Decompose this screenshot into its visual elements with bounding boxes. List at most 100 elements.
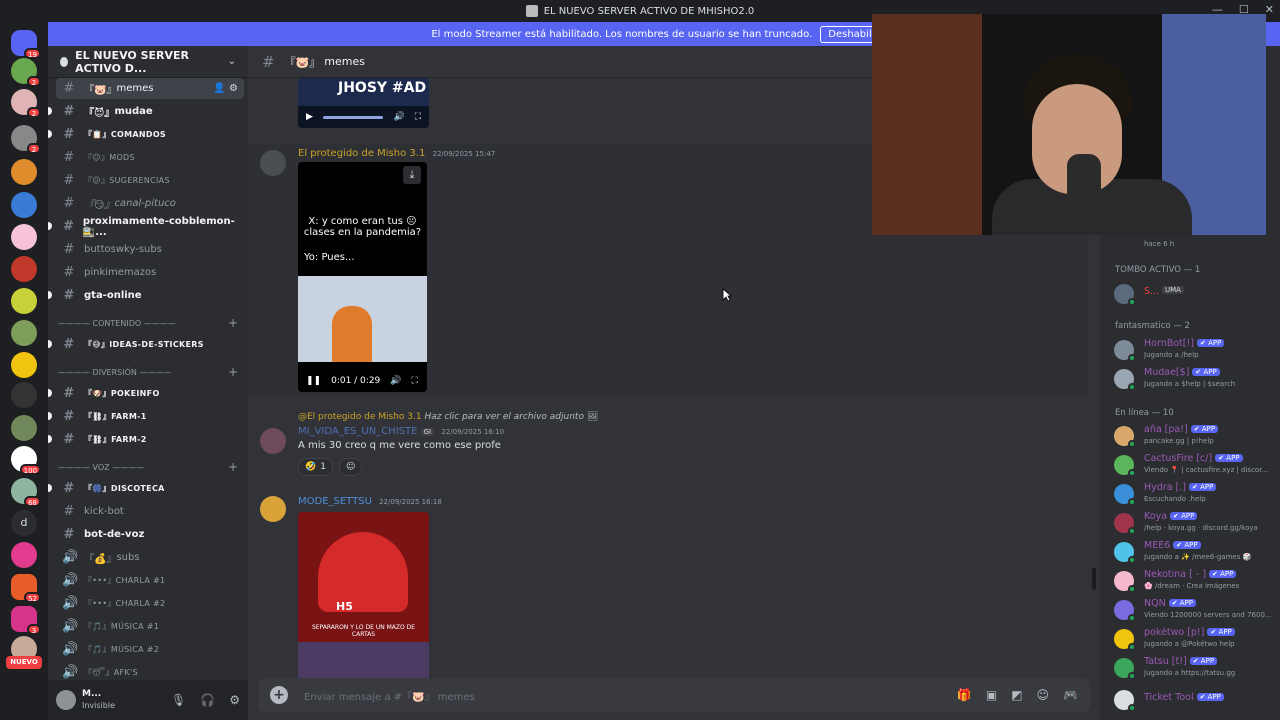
- gear-icon[interactable]: ⚙: [229, 83, 238, 94]
- sticker-icon[interactable]: ◩: [1011, 688, 1022, 702]
- channel-item-canal-pituco[interactable]: # 『😏』 canal-pituco: [56, 193, 244, 214]
- server-icon[interactable]: [11, 159, 37, 185]
- server-icon[interactable]: 100: [11, 446, 41, 475]
- member-item[interactable]: HornBot[!] ✔ APP Jugando a /help: [1114, 338, 1278, 366]
- voice-channel-subs[interactable]: 🔊 『💰』 subs: [56, 547, 244, 568]
- member-item[interactable]: NQN ✔ APP Viendo 1200000 servers and 7600…: [1114, 598, 1278, 626]
- channel-item-gta-online[interactable]: # gta-online: [48, 285, 244, 306]
- server-icon[interactable]: 3: [11, 606, 41, 635]
- add-channel-icon[interactable]: +: [228, 365, 238, 379]
- channel-item-farm-2[interactable]: # 『⛓』 farm-2: [48, 429, 244, 450]
- microphone-icon[interactable]: 🎙: [171, 693, 186, 707]
- channel-item-buttoswky-subs[interactable]: # buttoswky-subs: [56, 239, 244, 260]
- pause-icon[interactable]: ❚❚: [306, 376, 321, 386]
- add-reaction-icon[interactable]: ☺: [338, 458, 363, 476]
- scrollbar-thumb[interactable]: [1092, 568, 1096, 590]
- server-icon[interactable]: [11, 192, 37, 218]
- voice-channel-charla-1[interactable]: 🔊 『•••』 charla #1: [56, 570, 244, 591]
- server-icon[interactable]: 2: [11, 89, 41, 118]
- voice-channel-musica-1[interactable]: 🔊 『🎵』 música #1: [56, 616, 244, 637]
- voice-channel-musica-2[interactable]: 🔊 『🎵』 música #2: [56, 639, 244, 660]
- add-channel-icon[interactable]: +: [228, 460, 238, 474]
- add-attachment-icon[interactable]: +: [270, 686, 288, 704]
- member-item[interactable]: MEE6 ✔ APP Jugando a ✨ /mee6-games 🎲: [1114, 540, 1278, 568]
- avatar[interactable]: [56, 690, 76, 710]
- category-voz[interactable]: ———— VOZ ———— +: [58, 460, 244, 474]
- channel-item-bot-de-voz[interactable]: # bot-de-voz: [56, 524, 244, 545]
- channel-item-ideas-de-stickers[interactable]: # 『😅』 ideas-de-stickers: [48, 334, 244, 355]
- voice-channel-charla-2[interactable]: 🔊 『•••』 charla #2: [56, 593, 244, 614]
- message-author[interactable]: El protegido de Misho 3.1 22/09/2025 15:…: [298, 148, 495, 159]
- gif-icon[interactable]: ▣: [986, 688, 997, 702]
- server-icon[interactable]: [11, 320, 37, 346]
- new-badge[interactable]: NUEVO: [6, 656, 42, 669]
- member-item[interactable]: CactusFire [c/] ✔ APP Viendo 📍 | cactusfi…: [1114, 453, 1278, 481]
- channel-item-mudae[interactable]: # 『😈』 mudae: [48, 101, 244, 122]
- reply-preview[interactable]: @El protegido de Misho 3.1 Haz clic para…: [298, 412, 598, 422]
- dm-home-button[interactable]: 19: [11, 30, 41, 59]
- progress-bar[interactable]: [322, 115, 384, 119]
- message-composer[interactable]: + Enviar mensaje a #『🐷』 memes 🎁 ▣ ◩ ☺ 🎮: [258, 678, 1090, 712]
- add-channel-icon[interactable]: +: [228, 316, 238, 330]
- video-attachment[interactable]: ⤓ X: y como eran tus 😐 clases en la pand…: [298, 162, 427, 392]
- channel-item-memes[interactable]: # 『🐷』 memes 👤 ⚙: [56, 78, 244, 99]
- avatar[interactable]: [260, 150, 286, 176]
- server-icon[interactable]: 68: [11, 478, 41, 507]
- invite-icon[interactable]: 👤: [213, 83, 225, 94]
- channel-item-pokeinfo[interactable]: # 『🐶』 pokeinfo: [48, 383, 244, 404]
- member-item[interactable]: Nekotina [ - ] ✔ APP 🌸 /dream · Crea imág…: [1114, 569, 1278, 597]
- channel-item-farm-1[interactable]: # 『⛓』 farm-1: [48, 406, 244, 427]
- server-icon[interactable]: [11, 352, 37, 378]
- server-header[interactable]: EL NUEVO SERVER ACTIVO D... ⌄: [48, 46, 248, 78]
- member-item[interactable]: Mudae[$] ✔ APP Jugando a $help | $search: [1114, 367, 1278, 395]
- message-author[interactable]: MI_VIDA_ES_UN_CHISTE GI 22/09/2025 16:10: [298, 426, 504, 437]
- server-icon[interactable]: 2: [11, 125, 41, 154]
- server-icon[interactable]: [11, 542, 37, 568]
- channel-item-sugerencias[interactable]: # 『😕』 sugerencias: [56, 170, 244, 191]
- play-icon[interactable]: ▶: [306, 112, 313, 122]
- fullscreen-icon[interactable]: ⛶: [415, 112, 421, 122]
- headphones-icon[interactable]: 🎧: [200, 693, 215, 707]
- category-contenido[interactable]: ———— CONTENIDO ———— +: [58, 316, 244, 330]
- avatar[interactable]: [260, 428, 286, 454]
- composer-placeholder[interactable]: Enviar mensaje a #『🐷』 memes: [304, 688, 475, 703]
- fullscreen-icon[interactable]: ⛶: [412, 376, 418, 386]
- channel-item-pinkimemazos[interactable]: # pinkimemazos: [56, 262, 244, 283]
- gift-icon[interactable]: 🎁: [957, 688, 972, 702]
- server-icon[interactable]: [11, 288, 37, 314]
- server-icon[interactable]: 2: [11, 58, 41, 87]
- channel-item-comandos[interactable]: # 『📋』 comandos: [48, 124, 244, 145]
- server-icon[interactable]: [11, 256, 37, 282]
- volume-icon[interactable]: 🔊: [390, 376, 401, 386]
- member-item[interactable]: Koya ✔ APP /help · koya.gg · discord.gg/k…: [1114, 511, 1278, 539]
- member-item[interactable]: pokétwo [p!] ✔ APP Jugando a @Pokétwo hel…: [1114, 627, 1278, 655]
- member-item[interactable]: Hydra [.] ✔ APP Escuchando .help: [1114, 482, 1278, 510]
- gear-icon[interactable]: ⚙: [229, 693, 240, 707]
- reaction-button[interactable]: 🤣 1: [298, 458, 333, 476]
- avatar[interactable]: [260, 496, 286, 522]
- video-attachment[interactable]: JHOSY #AD ▶ 🔊 ⛶: [298, 78, 429, 128]
- server-icon[interactable]: 52: [11, 574, 41, 603]
- channel-item-mods[interactable]: # 『😐』 mods: [56, 147, 244, 168]
- category-diversion[interactable]: ———— DIVERSIÓN ———— +: [58, 365, 244, 379]
- video-attachment[interactable]: H5 SEPARARON Y LO DE UN MAZO DE CARTAS: [298, 512, 429, 678]
- user-name[interactable]: M... Invisible: [82, 689, 115, 711]
- close-icon[interactable]: ✕: [1265, 3, 1274, 16]
- channel-item-kick-bot[interactable]: # kick-bot: [56, 501, 244, 522]
- channel-item-proximamente[interactable]: # proximamente-cobblemon-🚉...: [48, 216, 244, 238]
- channel-emoji: 『🐷』: [84, 85, 117, 96]
- server-icon[interactable]: [11, 415, 37, 441]
- member-item[interactable]: Tatsu [t!] ✔ APP Jugando a https://tatsu.…: [1114, 656, 1278, 684]
- emoji-icon[interactable]: ☺: [1037, 688, 1050, 702]
- member-item[interactable]: aña [pa!] ✔ APP pancake.gg | p!help: [1114, 424, 1278, 452]
- server-icon-letter[interactable]: d: [11, 510, 37, 536]
- server-icon[interactable]: [11, 382, 37, 408]
- member-item[interactable]: S... UMA: [1114, 282, 1278, 310]
- message-author[interactable]: MODE_SETTSU 22/09/2025 16:18: [298, 496, 442, 507]
- volume-icon[interactable]: 🔊: [393, 112, 404, 122]
- member-item[interactable]: Ticket Tool ✔ APP: [1114, 688, 1278, 716]
- gamepad-icon[interactable]: 🎮: [1063, 688, 1078, 702]
- download-icon[interactable]: ⤓: [403, 166, 421, 184]
- channel-item-discoteca[interactable]: # 『🎆』 discoteca: [48, 478, 244, 499]
- server-icon[interactable]: [11, 224, 37, 250]
